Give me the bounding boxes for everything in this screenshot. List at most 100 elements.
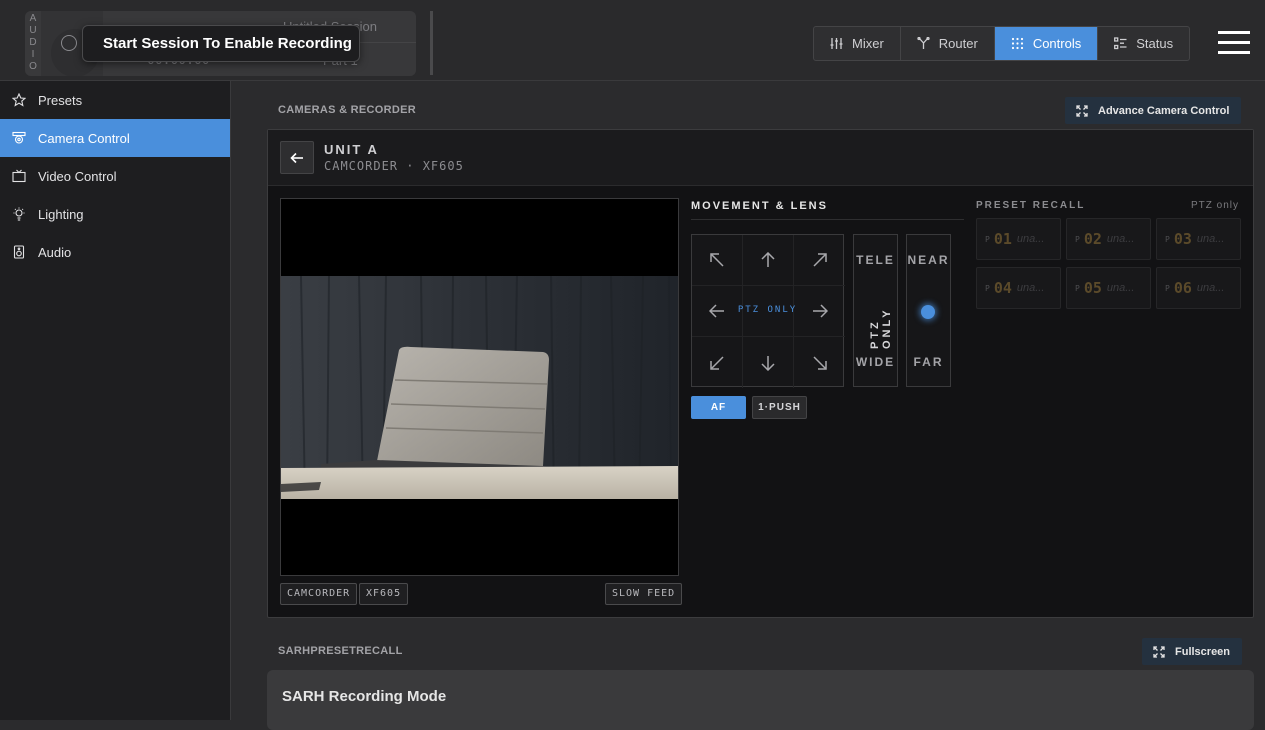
recording-tooltip: Start Session To Enable Recording bbox=[82, 25, 360, 62]
tab-status[interactable]: Status bbox=[1098, 27, 1189, 60]
focus-indicator[interactable] bbox=[921, 305, 935, 319]
preset-button-05[interactable]: P 05 una... bbox=[1066, 267, 1151, 309]
pan-down-left-button[interactable] bbox=[692, 337, 743, 388]
sidebar-item-label: Audio bbox=[38, 244, 72, 260]
preset-number: 01 bbox=[993, 230, 1012, 248]
preset-status: una... bbox=[1106, 282, 1135, 294]
focus-far-label[interactable]: FAR bbox=[907, 355, 950, 369]
advance-camera-control-button[interactable]: Advance Camera Control bbox=[1065, 97, 1242, 124]
preset-number: 04 bbox=[993, 279, 1012, 297]
audio-letter: U bbox=[29, 25, 37, 36]
sidebar-item-lighting[interactable]: Lighting bbox=[0, 195, 230, 233]
movement-lens-title: MOVEMENT & LENS bbox=[691, 200, 828, 212]
preset-button-04[interactable]: P 04 una... bbox=[976, 267, 1061, 309]
sidebar-item-video-control[interactable]: Video Control bbox=[0, 157, 230, 195]
zoom-control[interactable]: TELE PTZ ONLY WIDE bbox=[853, 234, 898, 387]
focus-control[interactable]: NEAR FAR bbox=[906, 234, 951, 387]
camera-icon bbox=[12, 131, 26, 144]
video-tag-camcorder: CAMCORDER bbox=[280, 583, 358, 605]
camera-video-preview[interactable] bbox=[280, 198, 679, 576]
preset-number: 02 bbox=[1083, 230, 1102, 248]
tab-mixer[interactable]: Mixer bbox=[814, 27, 901, 60]
menu-icon[interactable] bbox=[1218, 29, 1250, 55]
preset-prefix: P bbox=[1075, 283, 1080, 293]
slow-feed-tag: SLOW FEED bbox=[605, 583, 683, 605]
preset-prefix: P bbox=[1075, 234, 1080, 244]
cameras-section-title: CAMERAS & RECORDER bbox=[278, 104, 417, 116]
sidebar-item-label: Video Control bbox=[38, 168, 117, 184]
sidebar-item-presets[interactable]: Presets bbox=[0, 81, 230, 119]
zoom-ptz-only-label: PTZ ONLY bbox=[869, 307, 893, 349]
tilt-down-button[interactable] bbox=[743, 337, 794, 388]
sidebar: Presets Camera Control Video Control Lig… bbox=[0, 81, 231, 720]
sidebar-item-audio[interactable]: Audio bbox=[0, 233, 230, 271]
router-fork-icon bbox=[917, 37, 930, 49]
sliders-icon bbox=[830, 38, 843, 49]
tv-icon bbox=[12, 169, 26, 183]
tab-router[interactable]: Router bbox=[901, 27, 995, 60]
expand-icon bbox=[1076, 104, 1088, 117]
sidebar-item-label: Presets bbox=[38, 92, 83, 108]
preset-button-02[interactable]: P 02 una... bbox=[1066, 218, 1151, 260]
preset-status: una... bbox=[1016, 233, 1045, 245]
status-list-icon bbox=[1114, 37, 1127, 50]
arrow-up-icon bbox=[761, 252, 775, 267]
autofocus-button[interactable]: AF bbox=[691, 396, 746, 419]
grid-dots-icon bbox=[1011, 37, 1023, 50]
zoom-wide-label[interactable]: WIDE bbox=[854, 355, 897, 369]
ptz-only-label: PTZ ONLY bbox=[737, 305, 798, 315]
camera-panel: UNIT A CAMCORDER · XF605 CAMCORDER XF605… bbox=[267, 129, 1254, 618]
sarh-section-title: SARHPRESETRECALL bbox=[278, 645, 403, 657]
preset-button-01[interactable]: P 01 una... bbox=[976, 218, 1061, 260]
audio-letter: A bbox=[29, 13, 37, 24]
arrow-down-right-icon bbox=[812, 355, 827, 370]
focus-near-label[interactable]: NEAR bbox=[907, 253, 950, 267]
tab-label: Controls bbox=[1032, 36, 1082, 51]
arrow-up-left-icon bbox=[710, 253, 724, 267]
pan-up-left-button[interactable] bbox=[692, 235, 743, 286]
tab-controls[interactable]: Controls bbox=[994, 27, 1099, 60]
sarh-panel-title: SARH Recording Mode bbox=[282, 688, 447, 705]
tab-label: Router bbox=[938, 36, 978, 51]
main-nav-tabs: Mixer Router Controls Status bbox=[813, 26, 1191, 61]
audio-letter: D bbox=[29, 37, 37, 48]
sidebar-item-label: Lighting bbox=[38, 206, 84, 222]
unit-name: UNIT A bbox=[324, 142, 379, 157]
speaker-icon bbox=[13, 245, 25, 259]
back-button[interactable] bbox=[280, 141, 314, 174]
sidebar-item-camera-control[interactable]: Camera Control bbox=[0, 119, 230, 157]
tilt-up-button[interactable] bbox=[743, 235, 794, 286]
preset-status: una... bbox=[1196, 233, 1225, 245]
one-push-button[interactable]: 1·PUSH bbox=[752, 396, 807, 419]
expand-icon bbox=[1153, 645, 1165, 658]
arrow-down-icon bbox=[761, 355, 775, 371]
preset-button-03[interactable]: P 03 una... bbox=[1156, 218, 1241, 260]
pan-down-right-button[interactable] bbox=[794, 337, 845, 388]
preset-prefix: P bbox=[1165, 234, 1170, 244]
preset-status: una... bbox=[1196, 282, 1225, 294]
arrow-left-icon bbox=[290, 152, 303, 163]
button-label: Fullscreen bbox=[1175, 645, 1231, 658]
zoom-tele-label[interactable]: TELE bbox=[854, 253, 897, 267]
preset-prefix: P bbox=[985, 234, 990, 244]
sidebar-item-label: Camera Control bbox=[38, 130, 130, 146]
video-tag-model: XF605 bbox=[359, 583, 409, 605]
bulb-icon bbox=[13, 207, 25, 221]
arrow-down-left-icon bbox=[710, 355, 724, 370]
fullscreen-button[interactable]: Fullscreen bbox=[1142, 638, 1243, 665]
preset-prefix: P bbox=[985, 283, 990, 293]
tab-label: Status bbox=[1136, 36, 1174, 51]
unit-subtitle: CAMCORDER · XF605 bbox=[324, 159, 464, 173]
preset-number: 05 bbox=[1083, 279, 1102, 297]
top-bar: A U D I O Untitled Session 00:00:00 Part… bbox=[0, 0, 1265, 81]
preset-button-06[interactable]: P 06 una... bbox=[1156, 267, 1241, 309]
audio-letter: I bbox=[31, 49, 35, 60]
tab-label: Mixer bbox=[852, 36, 884, 51]
preset-prefix: P bbox=[1165, 283, 1170, 293]
video-image bbox=[281, 276, 678, 499]
preset-status: una... bbox=[1016, 282, 1045, 294]
preset-number: 03 bbox=[1173, 230, 1192, 248]
ptz-direction-pad: PTZ ONLY bbox=[691, 234, 845, 388]
preset-status: una... bbox=[1106, 233, 1135, 245]
pan-up-right-button[interactable] bbox=[794, 235, 845, 286]
